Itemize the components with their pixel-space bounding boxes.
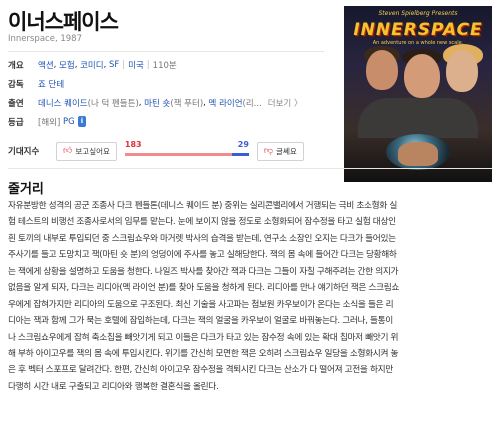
plot-line: 없음을 알게 되자, 다크는 리디아(멕 라이언 분)를 찾아 도움을 청하게 …: [8, 283, 399, 294]
not-sure-label: 글쎄요: [276, 146, 297, 156]
cast-role: (잭 푸터): [170, 98, 204, 109]
plot-line: 우에게 잡혀가지만 리디아의 도움으로 구조된다. 최신 기술을 사고파는 첨보…: [8, 299, 394, 310]
rating-label: 등급: [8, 117, 24, 128]
info-panel: 개요 액션, 모험, 코미디, SF | 미국 | 110분 감독 죠 단테 출…: [8, 55, 338, 163]
poster-hand: [398, 142, 438, 166]
runtime: 110분: [152, 60, 177, 71]
genre-link-action[interactable]: 액션: [38, 59, 54, 71]
cast-role: (나 턱 펜들튼): [87, 98, 139, 109]
gauge-like-fill: [124, 153, 232, 156]
original-title-year: Innerspace, 1987: [8, 34, 82, 44]
director-row: 감독 죠 단테: [8, 74, 338, 93]
cast-link-meg-ryan[interactable]: 멕 라이언: [209, 97, 243, 109]
poster-face-right: [446, 50, 478, 92]
divider: [8, 51, 324, 52]
not-sure-button[interactable]: 👎︎ 글쎄요: [256, 141, 304, 161]
plot-line: 다행히 시간 내로 구출되고 리디아와 행복한 결혼식을 올린다.: [8, 381, 219, 392]
like-count: 183: [124, 140, 142, 149]
plot-line: 해 부하 아이고우를 잭의 몸 속에 투입시킨다. 위기를 간신히 모면한 잭은…: [8, 348, 399, 359]
genre-link-adventure[interactable]: 모험: [59, 59, 75, 71]
genre-link-comedy[interactable]: 코미디: [80, 59, 103, 71]
plot-line: 나 스크림쇼우에게 잡혀 축소칩을 빼앗기게 되고 이들은 다크가 타고 있는 …: [8, 332, 399, 343]
cast-link-dennis-quaid[interactable]: 데니스 퀘이드: [38, 97, 88, 109]
country-link[interactable]: 미국: [128, 59, 144, 71]
cast-more-link[interactable]: 더보기 〉: [268, 97, 303, 109]
poster-logo: INNERSPACE: [353, 20, 483, 40]
poster-face-center: [404, 54, 440, 98]
cast-link-martin-short[interactable]: 마틴 숏: [144, 97, 170, 109]
director-link[interactable]: 죠 단테: [38, 78, 64, 90]
rating-row: 등급 [해외] PG i: [8, 112, 338, 131]
plot-line: 디아는 잭과 함께 그가 묵는 호텔에 잠입하는데, 다크는 잭의 얼굴을 카우…: [8, 316, 393, 327]
overview-row: 개요 액션, 모험, 코미디, SF | 미국 | 110분: [8, 59, 177, 71]
plot-line: 자유분방한 성격의 공군 조종사 다크 펜들톤(데니스 퀘이드 분) 중위는 실…: [8, 201, 397, 211]
page-title: 이너스페이스: [8, 10, 119, 34]
director-label: 감독: [8, 79, 24, 90]
cast-role: (리...: [242, 98, 262, 109]
gauge-track: [124, 153, 249, 156]
plot-line: 는 잭에게 상황을 설명하고 도움을 청한다. 나일즈 박사를 찾아간 잭과 다…: [8, 266, 399, 277]
dislike-count: 29: [237, 140, 249, 149]
genre-link-sf[interactable]: SF: [109, 60, 119, 70]
poster-face-left: [366, 50, 398, 90]
divider: [8, 168, 492, 169]
thumbs-up-icon: 👍︎: [63, 146, 73, 156]
cast-row: 출연 데니스 퀘이드 (나 턱 펜들튼), 마틴 숏 (잭 푸터), 멕 라이언…: [8, 97, 303, 109]
plot-line: 험 테스트의 비행선 조종사로서의 임무를 맡는다. 눈에 보이지 않을 정도로…: [8, 217, 396, 228]
thumbs-down-icon: 👎︎: [263, 146, 274, 156]
plot-heading: 줄거리: [8, 182, 44, 197]
expectation-gauge: 183 29: [124, 140, 249, 162]
overview-label: 개요: [8, 60, 24, 71]
plot-text: 자유분방한 성격의 공군 조종사 다크 펜들톤(데니스 퀘이드 분) 중위는 실…: [8, 198, 492, 395]
movie-poster[interactable]: Steven Spielberg Presents INNERSPACE An …: [344, 6, 492, 182]
want-to-see-label: 보고싶어요: [75, 146, 110, 156]
plot-line: 흰 토끼의 내부로 투입되던 중 스크림쇼우와 마거렛 박사의 습격을 받는데,…: [8, 233, 396, 244]
rating-info-icon[interactable]: i: [77, 116, 87, 127]
cast-label: 출연: [8, 98, 24, 109]
poster-presenter-text: Steven Spielberg Presents: [378, 10, 458, 17]
plot-line: 주사기를 들고 도망치고 잭(마틴 숏 분)의 엉덩이에 주사를 놓고 실해당한…: [8, 250, 397, 261]
plot-line: 은 후 벡터 스포프로 달려간다. 한편, 간신히 아이고우 잠수정을 격퇴시킨…: [8, 365, 393, 376]
rating-value[interactable]: PG: [63, 117, 75, 127]
want-to-see-button[interactable]: 👍︎ 보고싶어요: [56, 141, 117, 161]
expectation-label: 기대지수: [8, 147, 40, 157]
expectation-row: 기대지수 👍︎ 보고싶어요 183 29 👎︎ 글쎄요: [8, 139, 338, 163]
rating-source: [해외]: [38, 117, 61, 128]
poster-figures: [358, 98, 478, 138]
